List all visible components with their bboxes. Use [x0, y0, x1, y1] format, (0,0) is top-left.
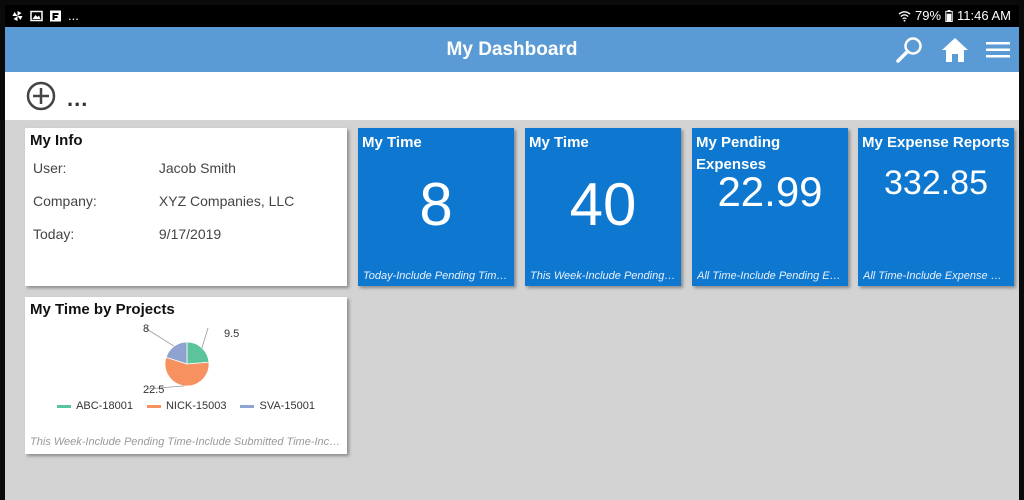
pie-data-label: 22.5 [143, 384, 164, 396]
menu-icon[interactable] [983, 35, 1013, 65]
battery-icon [945, 9, 953, 22]
info-value: 9/17/2019 [158, 226, 222, 242]
wifi-icon [898, 10, 911, 22]
pie-data-label: 9.5 [224, 328, 239, 340]
projects-footer: This Week-Include Pending Time-Include S… [30, 436, 342, 448]
pie-data-label: 8 [143, 323, 149, 335]
info-row-user: User: Jacob Smith [33, 160, 236, 176]
clock: 11:46 AM [957, 8, 1011, 23]
page-title: My Dashboard [446, 39, 578, 60]
tile-footer: Today-Include Pending Time-Include Submi… [363, 270, 509, 282]
info-label: Company: [33, 193, 97, 209]
my-info-title: My Info [30, 132, 83, 149]
info-row-company: Company: XYZ Companies, LLC [33, 193, 294, 209]
chart-legend: ABC-18001 NICK-15003 SVA-15001 [25, 400, 347, 412]
legend-label: NICK-15003 [165, 400, 227, 412]
search-icon[interactable] [894, 35, 924, 65]
image-icon [30, 10, 43, 21]
tile-value: 22.99 [717, 168, 823, 215]
project-pie-chart: 9.5 22.5 8 [143, 323, 239, 396]
tile-my-time-today[interactable]: My Time 8 Today-Include Pending Time-Inc… [358, 128, 514, 286]
legend-label: ABC-18001 [76, 400, 133, 412]
status-bar-left: ... [11, 8, 79, 23]
info-label: User: [33, 160, 67, 176]
legend-swatch [146, 404, 161, 408]
info-value: XYZ Companies, LLC [158, 193, 295, 209]
battery-percent: 79% [915, 8, 942, 23]
pie-leader-line [144, 327, 175, 347]
add-circle-icon[interactable] [25, 80, 57, 112]
tile-value: 8 [419, 171, 453, 238]
status-bar-right: 79% 11:46 AM [898, 8, 1011, 23]
pinwheel-icon [12, 10, 23, 21]
tile-title: My Time [529, 134, 589, 151]
tile-title: My Time [362, 134, 422, 151]
info-label: Today: [33, 226, 75, 242]
tile-my-pending-expenses[interactable]: My Pending Expenses 22.99 All Time-Inclu… [692, 128, 848, 286]
pie-leader-line [201, 327, 209, 348]
legend-swatch [57, 404, 72, 408]
info-value: Jacob Smith [158, 160, 236, 176]
my-info-card: My Info User: Jacob Smith Company: XYZ C… [25, 128, 347, 286]
status-bar: ... 79% 11:46 AM [5, 5, 1019, 27]
more-options-button[interactable]: ... [67, 86, 88, 112]
info-row-today: Today: 9/17/2019 [33, 226, 221, 242]
pie-slice-abc-18001 [186, 341, 210, 365]
legend-swatch [240, 404, 255, 408]
my-time-by-projects-card[interactable]: My Time by Projects 9.5 22.5 8 ABC-18001 NI… [25, 297, 347, 454]
tile-value: 332.85 [884, 164, 988, 202]
legend-item[interactable]: SVA-15001 [240, 400, 315, 412]
tile-my-time-week[interactable]: My Time 40 This Week-Include Pending Tim… [525, 128, 681, 286]
tile-footer: This Week-Include Pending Time-Include S… [530, 270, 676, 282]
tile-footer: All Time-Include Expense Reports [863, 270, 1009, 282]
legend-item[interactable]: NICK-15003 [146, 400, 227, 412]
app-header: My Dashboard [5, 27, 1019, 72]
tile-my-expense-reports[interactable]: My Expense Reports 332.85 All Time-Inclu… [858, 128, 1014, 286]
tile-footer: All Time-Include Pending Expenses [697, 270, 843, 282]
app-icon [50, 10, 61, 21]
tile-title: My Expense Reports [862, 134, 1010, 151]
home-icon[interactable] [940, 35, 970, 65]
tile-value: 40 [569, 171, 637, 238]
toolbar: ... [5, 72, 1019, 120]
more-notifications-text: ... [68, 8, 79, 23]
legend-label: SVA-15001 [259, 400, 315, 412]
device-screen: ... 79% 11:46 AM My Dashboard ... My Inf… [5, 5, 1019, 500]
legend-item[interactable]: ABC-18001 [57, 400, 133, 412]
